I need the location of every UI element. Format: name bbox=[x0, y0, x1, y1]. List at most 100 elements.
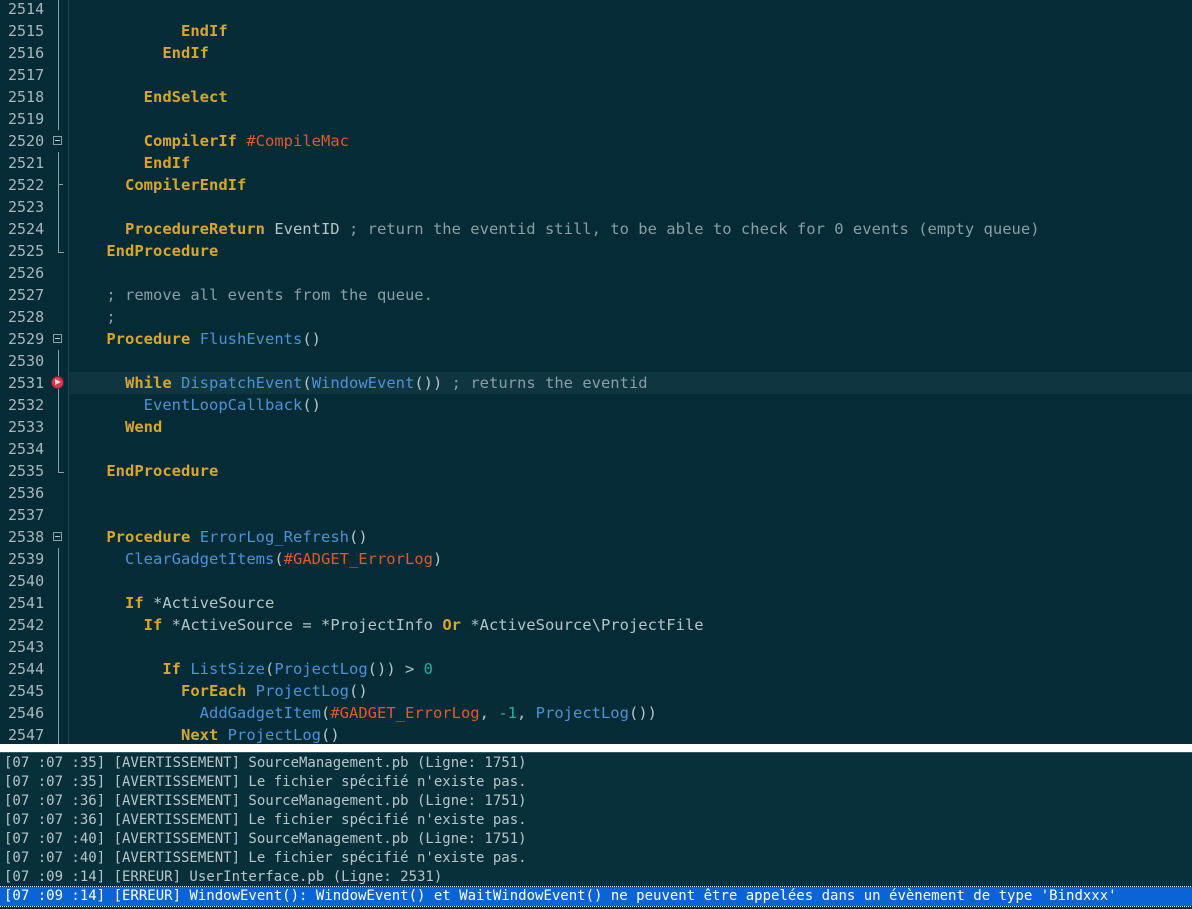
gutter-line[interactable]: 2542 bbox=[0, 614, 68, 636]
code-token: EndSelect bbox=[143, 88, 228, 106]
log-entry[interactable]: [07 :09 :14] [ERREUR] UserInterface.pb (… bbox=[0, 868, 1192, 887]
code-line[interactable]: ; bbox=[69, 306, 1192, 328]
gutter-line[interactable]: 2532 bbox=[0, 394, 68, 416]
code-line[interactable] bbox=[69, 108, 1192, 130]
code-line[interactable]: ; remove all events from the queue. bbox=[69, 284, 1192, 306]
code-line[interactable] bbox=[69, 438, 1192, 460]
gutter-line[interactable]: 2530 bbox=[0, 350, 68, 372]
code-token: ; bbox=[106, 308, 116, 326]
fold-collapse-icon[interactable] bbox=[53, 532, 62, 541]
line-number: 2515 bbox=[8, 22, 45, 40]
code-line[interactable] bbox=[69, 196, 1192, 218]
code-line[interactable]: EndSelect bbox=[69, 86, 1192, 108]
gutter-line[interactable]: 2518 bbox=[0, 86, 68, 108]
code-line[interactable]: ForEach ProjectLog() bbox=[69, 680, 1192, 702]
code-line[interactable]: Procedure ErrorLog_Refresh() bbox=[69, 526, 1192, 548]
code-editor[interactable]: 2514 2515 2516 2517 2518 2519 2520 2521 2522 2523… bbox=[0, 0, 1192, 744]
gutter-line[interactable]: 2514 bbox=[0, 0, 68, 20]
error-log-panel[interactable]: [07 :07 :35] [AVERTISSEMENT] SourceManag… bbox=[0, 752, 1192, 909]
log-entry-selected[interactable]: [07 :09 :14] [ERREUR] WindowEvent(): Win… bbox=[0, 886, 1192, 907]
gutter-line[interactable]: 2517 bbox=[0, 64, 68, 86]
line-number: 2543 bbox=[8, 638, 45, 656]
code-line[interactable]: EndProcedure bbox=[69, 460, 1192, 482]
gutter-line[interactable]: 2546 bbox=[0, 702, 68, 724]
code-token: ( bbox=[320, 704, 331, 722]
code-line[interactable]: If *ActiveSource bbox=[69, 592, 1192, 614]
gutter-line[interactable]: 2528 bbox=[0, 306, 68, 328]
code-line[interactable] bbox=[69, 0, 1192, 20]
code-line[interactable]: Next ProjectLog() bbox=[69, 724, 1192, 744]
code-line[interactable] bbox=[69, 350, 1192, 372]
log-entry[interactable]: [07 :07 :40] [AVERTISSEMENT] SourceManag… bbox=[0, 830, 1192, 849]
fold-collapse-icon[interactable] bbox=[53, 334, 62, 343]
breakpoint-icon[interactable] bbox=[52, 377, 63, 388]
gutter-line[interactable]: 2537 bbox=[0, 504, 68, 526]
line-number: 2544 bbox=[8, 660, 45, 678]
code-line[interactable] bbox=[69, 570, 1192, 592]
gutter-line[interactable]: 2545 bbox=[0, 680, 68, 702]
gutter-line[interactable]: 2523 bbox=[0, 196, 68, 218]
code-token: ClearGadgetItems bbox=[125, 550, 275, 568]
code-line[interactable]: ProcedureReturn EventID ; return the eve… bbox=[69, 218, 1192, 240]
code-line[interactable]: EventLoopCallback() bbox=[69, 394, 1192, 416]
code-line[interactable]: EndIf bbox=[69, 42, 1192, 64]
gutter-line[interactable]: 2535 bbox=[0, 460, 68, 482]
gutter-line[interactable]: 2521 bbox=[0, 152, 68, 174]
code-line[interactable]: EndIf bbox=[69, 20, 1192, 42]
gutter-line[interactable]: 2547 bbox=[0, 724, 68, 744]
gutter-line[interactable]: 2538 bbox=[0, 526, 68, 548]
gutter-line[interactable]: 2541 bbox=[0, 592, 68, 614]
code-line[interactable]: If *ActiveSource = *ProjectInfo Or *Acti… bbox=[69, 614, 1192, 636]
code-token: AddGadgetItem bbox=[199, 704, 321, 722]
line-number-gutter[interactable]: 2514 2515 2516 2517 2518 2519 2520 2521 2522 2523… bbox=[0, 0, 69, 744]
gutter-line[interactable]: 2540 bbox=[0, 570, 68, 592]
code-line[interactable]: EndIf bbox=[69, 152, 1192, 174]
log-entry[interactable]: [07 :07 :36] [AVERTISSEMENT] Le fichier … bbox=[0, 811, 1192, 830]
code-line[interactable] bbox=[69, 504, 1192, 526]
gutter-line[interactable]: 2519 bbox=[0, 108, 68, 130]
code-line[interactable]: AddGadgetItem(#GADGET_ErrorLog, -1, Proj… bbox=[69, 702, 1192, 724]
code-line[interactable]: CompilerIf #CompileMac bbox=[69, 130, 1192, 152]
gutter-line[interactable]: 2536 bbox=[0, 482, 68, 504]
code-token: Procedure bbox=[106, 528, 191, 546]
gutter-line[interactable]: 2533 bbox=[0, 416, 68, 438]
panel-splitter[interactable] bbox=[0, 744, 1192, 752]
code-line[interactable] bbox=[69, 636, 1192, 658]
code-area[interactable]: EndIf EndIf EndSelect CompilerIf #Compil… bbox=[69, 0, 1192, 744]
gutter-line[interactable]: 2520 bbox=[0, 130, 68, 152]
gutter-line[interactable]: 2531 bbox=[0, 372, 68, 394]
gutter-line[interactable]: 2516 bbox=[0, 42, 68, 64]
log-entry[interactable]: [07 :07 :36] [AVERTISSEMENT] SourceManag… bbox=[0, 792, 1192, 811]
code-token: ProjectLog bbox=[227, 726, 321, 744]
code-line[interactable]: EndProcedure bbox=[69, 240, 1192, 262]
gutter-line[interactable]: 2524 bbox=[0, 218, 68, 240]
code-line[interactable]: Procedure FlushEvents() bbox=[69, 328, 1192, 350]
gutter-line[interactable]: 2525 bbox=[0, 240, 68, 262]
code-line[interactable]: CompilerEndIf bbox=[69, 174, 1192, 196]
gutter-line[interactable]: 2544 bbox=[0, 658, 68, 680]
code-line[interactable] bbox=[69, 262, 1192, 284]
gutter-line[interactable]: 2527 bbox=[0, 284, 68, 306]
code-line[interactable] bbox=[69, 482, 1192, 504]
gutter-line[interactable]: 2529 bbox=[0, 328, 68, 350]
gutter-line[interactable]: 2534 bbox=[0, 438, 68, 460]
gutter-line[interactable]: 2515 bbox=[0, 20, 68, 42]
code-line[interactable] bbox=[69, 64, 1192, 86]
log-entry[interactable]: [07 :07 :35] [AVERTISSEMENT] Le fichier … bbox=[0, 773, 1192, 792]
code-line[interactable]: If ListSize(ProjectLog()) > 0 bbox=[69, 658, 1192, 680]
log-entry[interactable]: [07 :07 :35] [AVERTISSEMENT] SourceManag… bbox=[0, 754, 1192, 773]
gutter-line[interactable]: 2526 bbox=[0, 262, 68, 284]
code-token: Or bbox=[442, 616, 461, 634]
gutter-line[interactable]: 2543 bbox=[0, 636, 68, 658]
code-line[interactable]: ClearGadgetItems(#GADGET_ErrorLog) bbox=[69, 548, 1192, 570]
fold-collapse-icon[interactable] bbox=[53, 136, 62, 145]
line-number: 2546 bbox=[8, 704, 45, 722]
gutter-line[interactable]: 2539 bbox=[0, 548, 68, 570]
log-entry[interactable]: [07 :07 :40] [AVERTISSEMENT] Le fichier … bbox=[0, 849, 1192, 868]
code-line[interactable]: Wend bbox=[69, 416, 1192, 438]
code-line[interactable]: While DispatchEvent(WindowEvent()) ; ret… bbox=[69, 372, 1192, 394]
gutter-line[interactable]: 2522 bbox=[0, 174, 68, 196]
